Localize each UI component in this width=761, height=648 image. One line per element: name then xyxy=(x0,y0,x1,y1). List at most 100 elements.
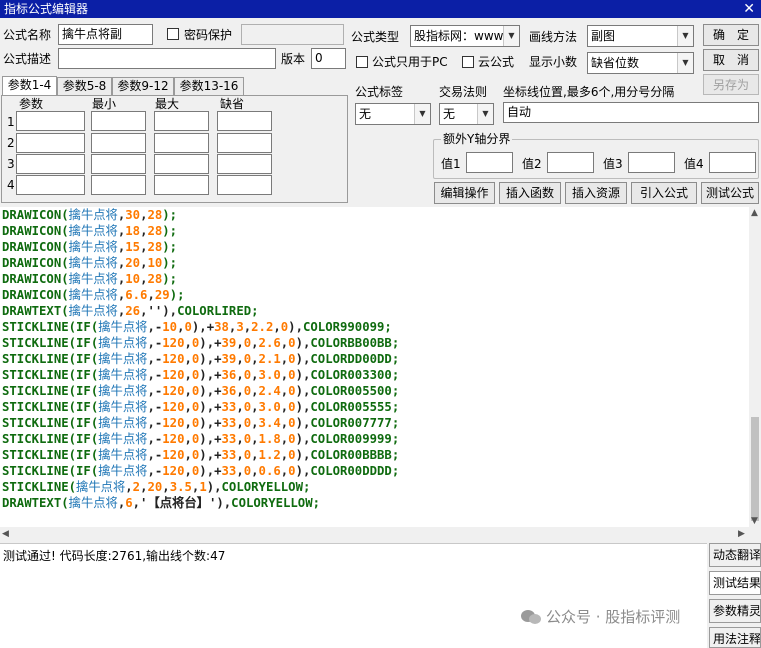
code-token: ), xyxy=(295,400,311,414)
code-token: DRAWICON( xyxy=(2,256,69,270)
code-token: 擒牛点将 xyxy=(68,208,118,222)
scroll-down-icon[interactable]: ▼ xyxy=(751,515,758,527)
code-token: 120 xyxy=(162,432,185,446)
side-tab-translate[interactable]: 动态翻译 xyxy=(709,543,761,567)
code-token: DRAWICON( xyxy=(2,240,69,254)
confirm-button[interactable]: 确 定 xyxy=(703,24,759,46)
code-token: ,- xyxy=(147,416,163,430)
edit-operation-button[interactable]: 编辑操作 xyxy=(434,182,495,204)
value2-input[interactable] xyxy=(547,152,594,173)
code-editor[interactable]: DRAWICON(擒牛点将,30,28); DRAWICON(擒牛点将,18,28… xyxy=(0,207,749,527)
scroll-left-icon[interactable]: ◀ xyxy=(2,528,9,540)
code-token: , xyxy=(184,416,192,430)
vertical-scrollbar[interactable]: ▲ ▼ xyxy=(749,207,761,527)
param-min-input[interactable] xyxy=(91,111,146,131)
code-token: COLOR00DDDD; xyxy=(310,464,400,478)
code-token: 擒牛点将 xyxy=(68,256,118,270)
code-token: , xyxy=(184,352,192,366)
value1-input[interactable] xyxy=(466,152,513,173)
code-token: ), xyxy=(206,480,222,494)
code-token: COLOR990099; xyxy=(302,320,392,334)
axis-position-input[interactable]: 自动 xyxy=(503,102,759,123)
param-max-input[interactable] xyxy=(154,133,209,153)
code-token: , xyxy=(251,416,259,430)
code-token: ),+ xyxy=(199,368,222,382)
decimals-select[interactable]: 缺省位数 ▼ xyxy=(587,52,694,74)
value4-label: 值4 xyxy=(684,157,704,171)
password-input[interactable] xyxy=(241,24,344,45)
version-input[interactable]: 0 xyxy=(311,48,346,69)
code-token: ,- xyxy=(147,336,163,350)
param-min-input[interactable] xyxy=(91,175,146,195)
code-token: , xyxy=(125,480,133,494)
side-tab-param-wizard[interactable]: 参数精灵 xyxy=(709,599,761,623)
code-token: 3.0 xyxy=(258,400,281,414)
code-token: 33 xyxy=(221,416,237,430)
value4-input[interactable] xyxy=(709,152,756,173)
scroll-up-icon[interactable]: ▲ xyxy=(751,207,758,219)
test-formula-button[interactable]: 测试公式 xyxy=(701,182,759,204)
horizontal-scrollbar[interactable]: ◀ ▶ xyxy=(0,527,761,541)
code-token: 28 xyxy=(147,240,163,254)
code-token: 2.4 xyxy=(258,384,281,398)
param-default-input[interactable] xyxy=(217,133,272,153)
code-token: 擒牛点将 xyxy=(68,272,118,286)
scroll-right-icon[interactable]: ▶ xyxy=(738,528,745,540)
param-name-input[interactable] xyxy=(16,111,85,131)
code-token: ),+ xyxy=(199,432,222,446)
param-name-input[interactable] xyxy=(16,133,85,153)
param-name-input[interactable] xyxy=(16,175,85,195)
side-tab-usage-notes[interactable]: 用法注释 xyxy=(709,627,761,648)
draw-method-value: 副图 xyxy=(591,29,616,43)
formula-tag-select[interactable]: 无 ▼ xyxy=(355,103,431,125)
code-token: 120 xyxy=(162,416,185,430)
param-default-input[interactable] xyxy=(217,175,272,195)
insert-resource-button[interactable]: 插入资源 xyxy=(565,182,627,204)
param-max-input[interactable] xyxy=(154,154,209,174)
param-default-input[interactable] xyxy=(217,154,272,174)
tab-params-9-12[interactable]: 参数9-12 xyxy=(112,77,174,96)
code-token: DRAWICON( xyxy=(2,208,69,222)
trade-rule-select[interactable]: 无 ▼ xyxy=(439,103,494,125)
insert-function-button[interactable]: 插入函数 xyxy=(499,182,561,204)
scrollbar-thumb[interactable] xyxy=(751,417,759,521)
draw-method-select[interactable]: 副图 ▼ xyxy=(587,25,694,47)
tab-params-13-16[interactable]: 参数13-16 xyxy=(174,77,244,96)
param-default-input[interactable] xyxy=(217,111,272,131)
formula-name-input[interactable]: 擒牛点将副 xyxy=(58,24,153,45)
value3-input[interactable] xyxy=(628,152,675,173)
pc-only-label: 公式只用于PC xyxy=(372,55,448,69)
code-token: 擒牛点将 xyxy=(98,416,148,430)
formula-type-select[interactable]: 股指标网：www ▼ xyxy=(410,25,520,47)
code-token: 10 xyxy=(147,256,163,270)
watermark: 公众号 · 股指标评测 xyxy=(546,608,681,626)
pc-only-checkbox[interactable] xyxy=(356,56,368,68)
param-min-input[interactable] xyxy=(91,154,146,174)
code-line: STICKLINE(IF(擒牛点将,-120,0),+36,0,3.0,0),C… xyxy=(0,367,749,383)
code-token: , xyxy=(236,432,244,446)
side-tab-test-result[interactable]: 测试结果 xyxy=(709,571,761,595)
param-name-input[interactable] xyxy=(16,154,85,174)
code-token: STICKLINE(IF( xyxy=(2,336,99,350)
code-token: COLORDD00DD; xyxy=(310,352,400,366)
code-token: ), xyxy=(295,448,311,462)
param-max-input[interactable] xyxy=(154,111,209,131)
tab-params-5-8[interactable]: 参数5-8 xyxy=(57,77,112,96)
chevron-down-icon: ▼ xyxy=(477,104,493,124)
code-token: 0 xyxy=(288,432,296,446)
param-header-default: 缺省 xyxy=(220,97,245,111)
code-line: DRAWTEXT(擒牛点将,26,''),COLORLIRED; xyxy=(0,303,749,319)
cloud-checkbox[interactable] xyxy=(462,56,474,68)
save-as-button[interactable]: 另存为 xyxy=(703,74,759,95)
close-icon[interactable]: ✕ xyxy=(743,0,755,18)
param-min-input[interactable] xyxy=(91,133,146,153)
param-max-input[interactable] xyxy=(154,175,209,195)
password-checkbox[interactable] xyxy=(167,28,179,40)
tab-params-1-4[interactable]: 参数1-4 xyxy=(2,76,57,96)
cancel-button[interactable]: 取 消 xyxy=(703,49,759,71)
value1-label: 值1 xyxy=(441,157,461,171)
code-token: DRAWICON( xyxy=(2,224,69,238)
formula-desc-input[interactable] xyxy=(58,48,276,69)
param-header-max: 最大 xyxy=(155,97,180,111)
import-formula-button[interactable]: 引入公式 xyxy=(631,182,697,204)
